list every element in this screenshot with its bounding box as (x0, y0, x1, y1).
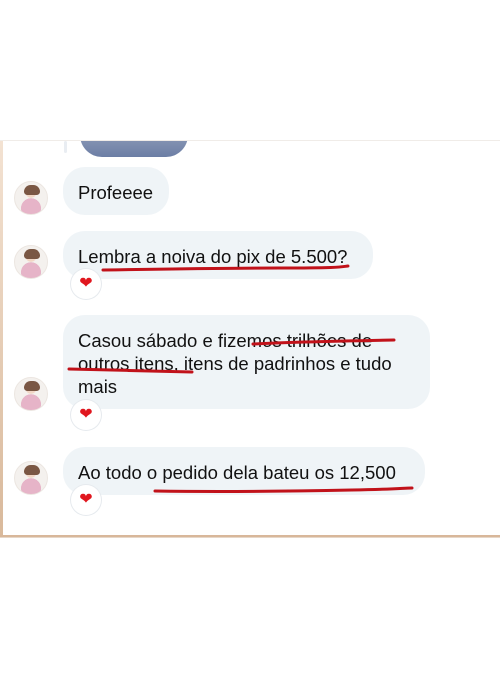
card-edge (0, 535, 500, 537)
avatar[interactable] (14, 377, 48, 411)
avatar[interactable] (14, 461, 48, 495)
annotation-underline (67, 367, 194, 374)
heart-icon[interactable]: ❤ (71, 269, 101, 299)
heart-icon[interactable]: ❤ (71, 485, 101, 515)
message-text: Ao todo o pedido dela bateu os 12,500 (78, 462, 396, 483)
avatar[interactable] (14, 181, 48, 215)
card-edge (0, 141, 3, 537)
chat-screenshot: Profeeee Lembra a noiva do pix de 5.500?… (0, 140, 500, 538)
annotation-underline (153, 486, 414, 493)
annotation-underline (101, 264, 350, 272)
heart-icon[interactable]: ❤ (71, 400, 101, 430)
message-bubble[interactable]: Casou sábado e fizemos trilhões de outro… (63, 315, 430, 409)
annotation-underline (251, 338, 396, 346)
avatar[interactable] (14, 245, 48, 279)
message-divider (64, 141, 67, 153)
message-bubble[interactable]: Profeeee (63, 167, 169, 215)
previous-image-message[interactable] (80, 141, 188, 157)
message-text: Profeeee (78, 182, 154, 203)
